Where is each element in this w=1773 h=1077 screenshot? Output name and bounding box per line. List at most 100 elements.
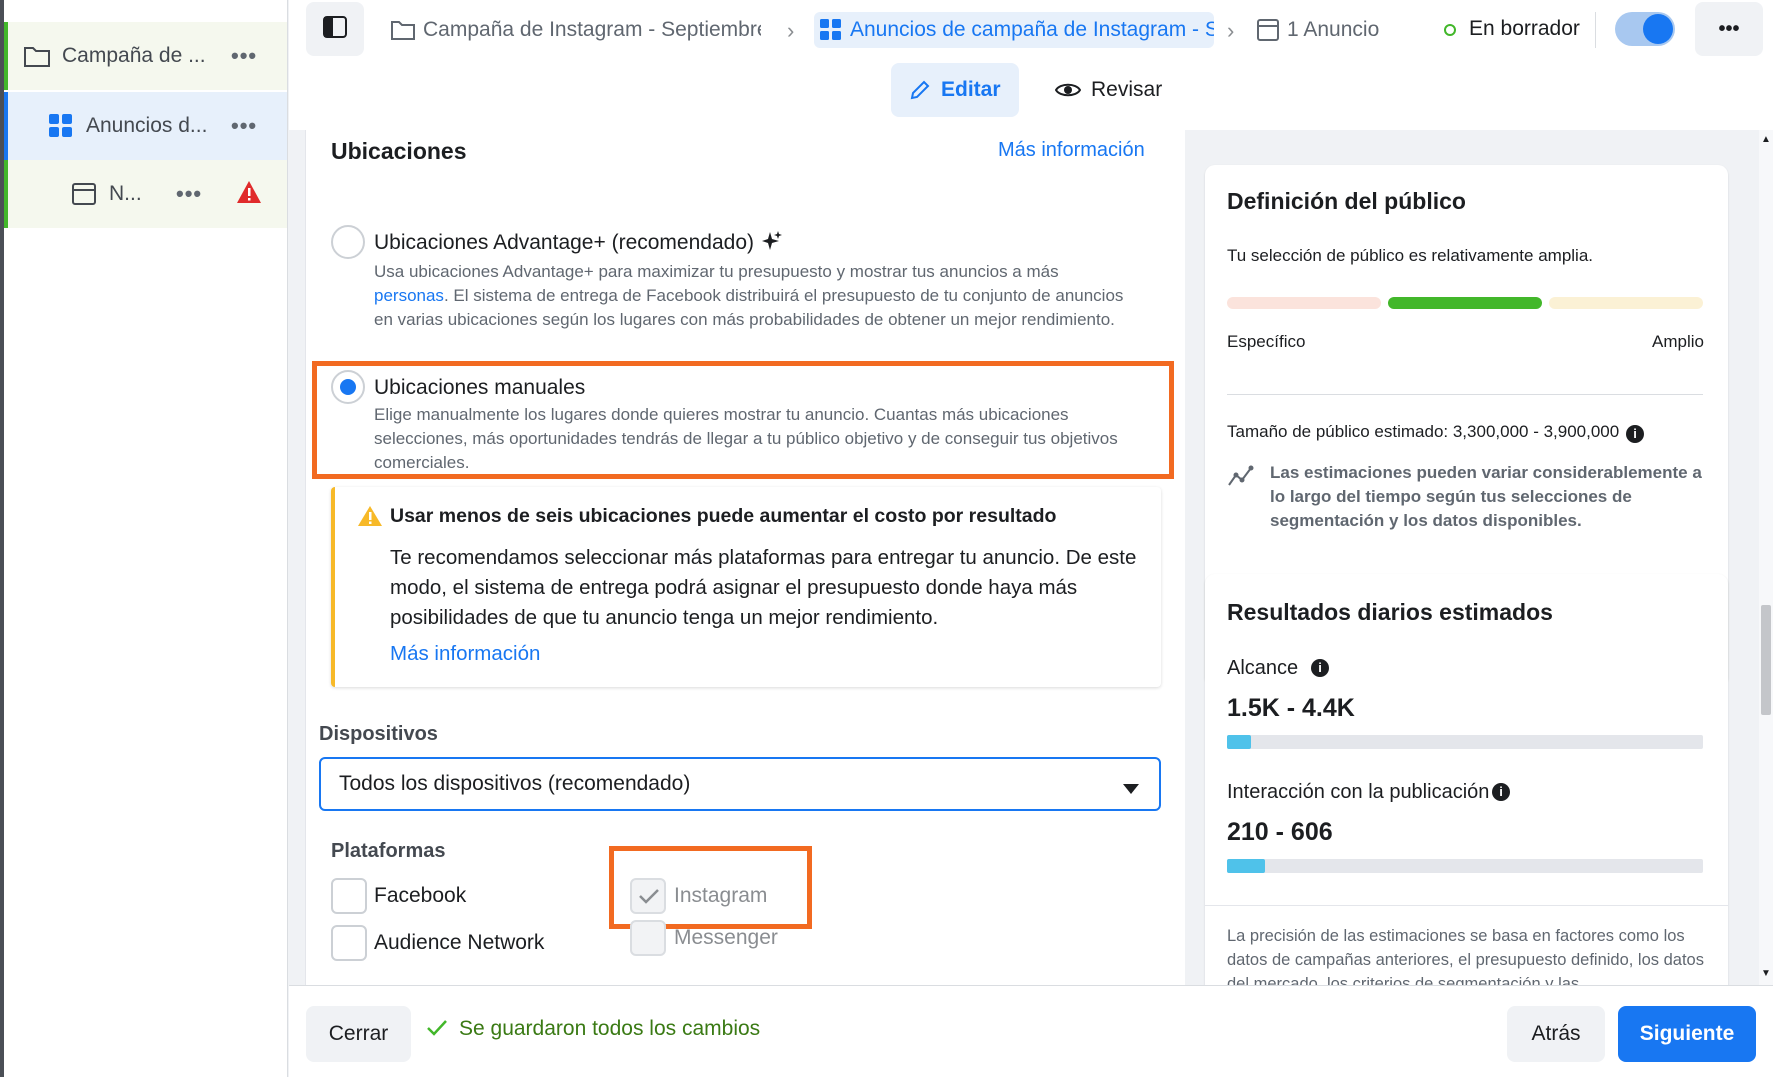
advantage-placements-title: Ubicaciones Advantage+ (recomendado) bbox=[374, 231, 754, 254]
folder-icon bbox=[391, 20, 415, 40]
sparkle-icon bbox=[762, 231, 782, 256]
reach-value: 1.5K - 4.4K bbox=[1227, 694, 1355, 722]
check-icon bbox=[638, 888, 660, 909]
breadcrumb-campaign[interactable]: Campaña de Instagram - Septiembre bbox=[391, 12, 761, 48]
more-options-icon[interactable]: ••• bbox=[231, 113, 257, 139]
desc-text: Usa ubicaciones Advantage+ para maximiza… bbox=[374, 262, 1059, 281]
scroll-down-icon[interactable]: ▼ bbox=[1761, 968, 1771, 979]
warning-body: Te recomendamos seleccionar más platafor… bbox=[390, 546, 1137, 629]
ad-status-toggle[interactable] bbox=[1615, 12, 1675, 46]
info-icon[interactable]: i bbox=[1311, 659, 1329, 677]
engagement-bar bbox=[1227, 859, 1703, 873]
tree-item-ad[interactable]: N... ••• bbox=[4, 160, 287, 228]
tab-label: Revisar bbox=[1091, 78, 1163, 101]
scroll-up-icon[interactable]: ▲ bbox=[1761, 134, 1771, 145]
more-options-icon[interactable]: ••• bbox=[176, 181, 202, 207]
results-footnote: La precisión de las estimaciones se basa… bbox=[1227, 927, 1704, 985]
tree-item-adset[interactable]: Anuncios d... ••• bbox=[4, 92, 287, 160]
placements-panel: Ubicaciones Más información Ubicaciones … bbox=[305, 130, 1185, 985]
error-icon bbox=[236, 180, 262, 210]
placements-warning: Usar menos de seis ubicaciones puede aum… bbox=[331, 487, 1161, 687]
estimates-panel: Definición del público Tu selección de p… bbox=[1185, 130, 1759, 985]
tree-item-label: N... bbox=[109, 182, 142, 205]
tab-edit[interactable]: Editar bbox=[891, 63, 1019, 117]
scrollbar-thumb[interactable] bbox=[1761, 605, 1771, 715]
audience-meter-broad bbox=[1549, 297, 1703, 309]
instagram-checkbox[interactable] bbox=[630, 878, 666, 914]
trend-icon bbox=[1227, 465, 1257, 492]
placements-title: Ubicaciones bbox=[331, 138, 467, 164]
tree-accent bbox=[4, 92, 8, 160]
ad-icon bbox=[71, 181, 97, 207]
back-button[interactable]: Atrás bbox=[1507, 1006, 1605, 1062]
toggle-knob bbox=[1643, 14, 1673, 44]
info-icon[interactable]: i bbox=[1492, 783, 1510, 801]
audience-summary: Tu selección de público es relativamente… bbox=[1227, 246, 1594, 265]
desc-text: . El sistema de entrega de Facebook dist… bbox=[374, 286, 1124, 329]
breadcrumb-label: 1 Anuncio bbox=[1287, 18, 1380, 41]
close-button[interactable]: Cerrar bbox=[306, 1006, 411, 1062]
advantage-placements-desc: Usa ubicaciones Advantage+ para maximiza… bbox=[374, 260, 1134, 332]
divider bbox=[1205, 905, 1728, 906]
pencil-icon bbox=[909, 79, 931, 101]
manual-placements-desc: Elige manualmente los lugares donde quie… bbox=[374, 405, 1118, 472]
editor-footer: Cerrar Se guardaron todos los cambios At… bbox=[289, 985, 1773, 1077]
tab-review[interactable]: Revisar bbox=[1037, 63, 1180, 117]
audience-network-checkbox[interactable] bbox=[331, 925, 367, 961]
more-info-link[interactable]: Más información bbox=[998, 139, 1145, 162]
messenger-checkbox[interactable] bbox=[630, 920, 666, 956]
platforms-label: Plataformas bbox=[331, 840, 446, 862]
tab-label: Editar bbox=[941, 78, 1001, 101]
ad-icon bbox=[1257, 19, 1279, 41]
advantage-placements-radio[interactable] bbox=[331, 225, 365, 259]
manual-placements-radio[interactable] bbox=[331, 370, 365, 404]
devices-label: Dispositivos bbox=[319, 723, 438, 745]
breadcrumb-adset[interactable]: Anuncios de campaña de Instagram - S bbox=[814, 12, 1214, 48]
daily-results-title: Resultados diarios estimados bbox=[1227, 599, 1553, 625]
next-button[interactable]: Siguiente bbox=[1618, 1006, 1756, 1062]
devices-select[interactable]: Todos los dispositivos (recomendado) bbox=[319, 757, 1161, 811]
audience-meter-current bbox=[1388, 297, 1542, 309]
audience-size: Tamaño de público estimado: 3,300,000 - … bbox=[1227, 422, 1620, 441]
instagram-label: Instagram bbox=[674, 884, 768, 907]
divider bbox=[1595, 12, 1596, 48]
scrollbar[interactable]: ▲ ▼ bbox=[1759, 130, 1773, 985]
engagement-value: 210 - 606 bbox=[1227, 818, 1333, 846]
warning-title: Usar menos de seis ubicaciones puede aum… bbox=[390, 505, 1057, 527]
divider bbox=[1227, 394, 1703, 395]
tree-item-label: Anuncios d... bbox=[86, 114, 208, 137]
grid-icon bbox=[48, 113, 74, 139]
facebook-label: Facebook bbox=[374, 884, 467, 907]
folder-icon bbox=[24, 43, 50, 69]
audience-network-label: Audience Network bbox=[374, 931, 545, 954]
reach-bar bbox=[1227, 735, 1703, 749]
tree-item-campaign[interactable]: Campaña de ... ••• bbox=[4, 22, 287, 90]
editor-header: Campaña de Instagram - Septiembre › Anun… bbox=[289, 0, 1773, 130]
warning-icon bbox=[357, 505, 383, 532]
reach-bar-fill bbox=[1227, 735, 1251, 749]
tree-item-label: Campaña de ... bbox=[62, 44, 206, 67]
save-status: Se guardaron todos los cambios bbox=[459, 1017, 761, 1040]
chevron-right-icon: › bbox=[787, 18, 795, 43]
breadcrumb-ad[interactable]: 1 Anuncio bbox=[1257, 12, 1417, 48]
eye-icon bbox=[1055, 81, 1081, 99]
facebook-checkbox[interactable] bbox=[331, 878, 367, 914]
warning-more-info-link[interactable]: Más información bbox=[390, 642, 540, 666]
messenger-label: Messenger bbox=[674, 926, 778, 949]
more-options-icon[interactable]: ••• bbox=[231, 43, 257, 69]
breadcrumb-label: Campaña de Instagram - Septiembre bbox=[423, 18, 761, 41]
draft-status-label: En borrador bbox=[1469, 17, 1580, 40]
devices-select-value: Todos los dispositivos (recomendado) bbox=[339, 772, 691, 795]
more-options-button[interactable]: ••• bbox=[1695, 2, 1763, 56]
chevron-right-icon: › bbox=[1227, 18, 1235, 43]
audience-definition-title: Definición del público bbox=[1227, 188, 1466, 214]
tree-accent bbox=[4, 22, 8, 90]
check-icon bbox=[426, 1019, 448, 1042]
audience-broad-label: Amplio bbox=[1652, 332, 1704, 351]
info-icon[interactable]: i bbox=[1626, 425, 1644, 443]
campaign-tree-panel: Campaña de ... ••• Anuncios d... ••• N..… bbox=[0, 0, 288, 1077]
people-link[interactable]: personas bbox=[374, 286, 444, 305]
toggle-sidebar-button[interactable] bbox=[306, 2, 364, 56]
engagement-bar-fill bbox=[1227, 859, 1266, 873]
caret-down-icon bbox=[1123, 777, 1139, 801]
